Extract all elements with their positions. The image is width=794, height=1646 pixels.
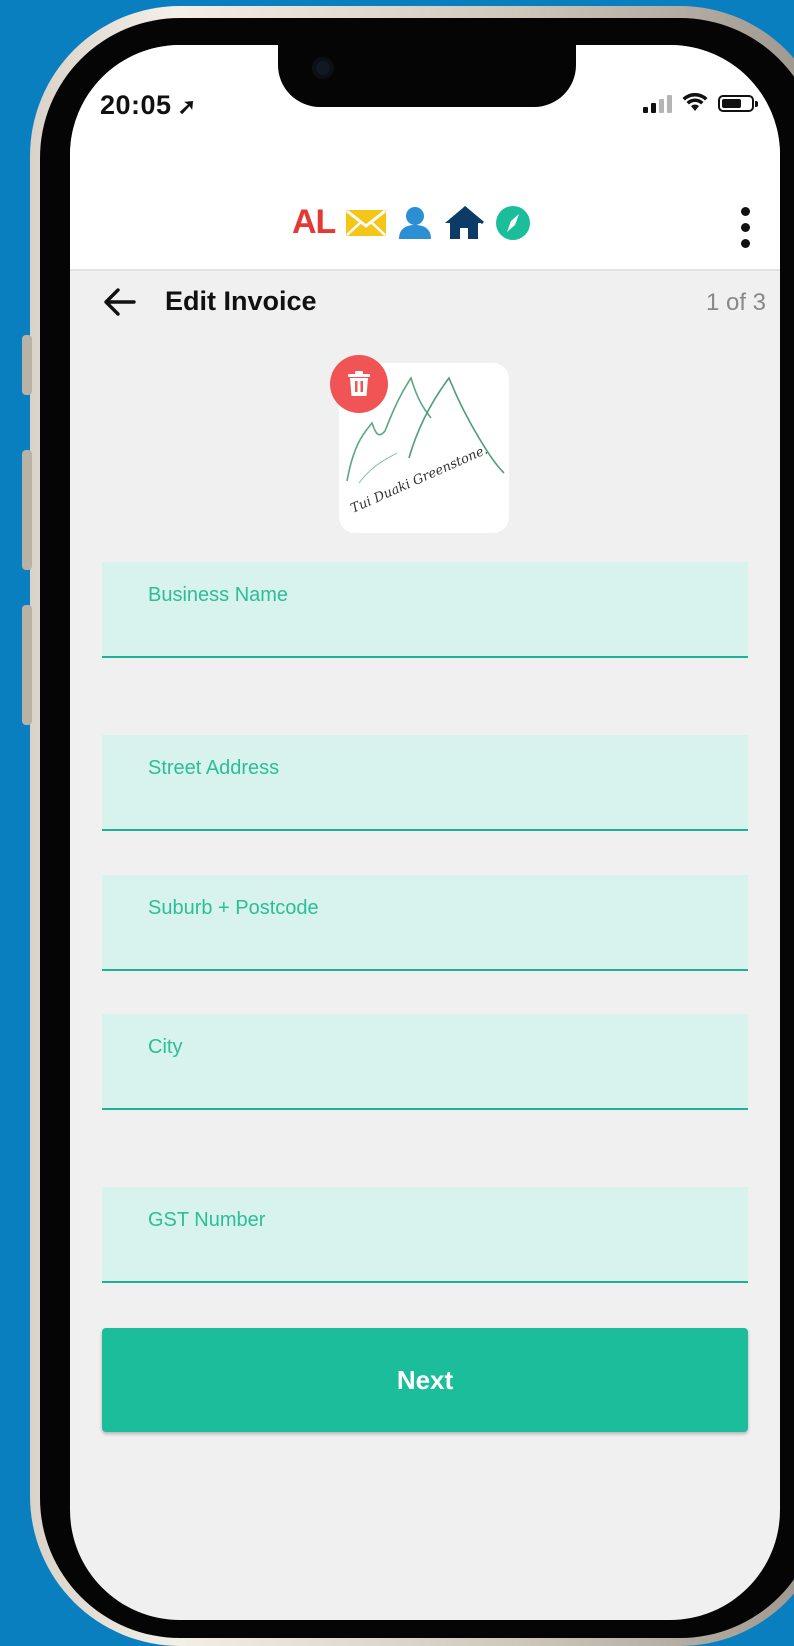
front-camera [312,57,334,79]
overflow-menu-icon[interactable] [738,207,752,248]
next-button[interactable]: Next [102,1328,748,1432]
cellular-signal-icon [643,93,672,113]
compass-icon [496,205,531,240]
house-icon [445,205,485,239]
volume-down-button [22,605,32,725]
envelope-icon [346,209,387,236]
street-address-field[interactable]: Street Address [102,735,748,831]
location-arrow-icon: ➚ [177,94,197,119]
city-field[interactable]: City [102,1014,748,1110]
signature-text: Tui Duaki Greenstone. [349,443,491,517]
back-arrow-icon[interactable] [102,284,138,320]
app-screen: 20:05 ➚ AL Edit Invoice 1 of 3 Tui Duaki… [70,45,780,1620]
wifi-icon [682,93,708,111]
gst-number-field[interactable]: GST Number [102,1187,748,1283]
mute-switch [22,335,32,395]
notch [278,45,576,107]
business-name-field[interactable]: Business Name [102,562,748,658]
status-time-text: 20:05 [100,90,172,120]
business-name-label: Business Name [148,584,289,606]
app-bar: AL [70,145,780,271]
city-label: City [148,1036,183,1058]
brand-al-text: AL [292,203,336,241]
status-time: 20:05 ➚ [100,90,197,121]
suburb-postcode-field[interactable]: Suburb + Postcode [102,875,748,971]
page-title: Edit Invoice [165,286,317,316]
suburb-postcode-label: Suburb + Postcode [148,897,319,919]
status-icons [643,93,758,113]
brand-logo: AL [292,203,531,242]
battery-icon [718,94,758,112]
trash-icon [348,371,370,396]
person-icon [399,206,432,239]
page-header: Edit Invoice 1 of 3 [70,271,780,341]
delete-logo-button[interactable] [330,355,388,413]
gst-number-label: GST Number [148,1209,266,1231]
volume-up-button [22,450,32,570]
street-address-label: Street Address [148,757,280,779]
page-indicator: 1 of 3 [705,289,766,316]
